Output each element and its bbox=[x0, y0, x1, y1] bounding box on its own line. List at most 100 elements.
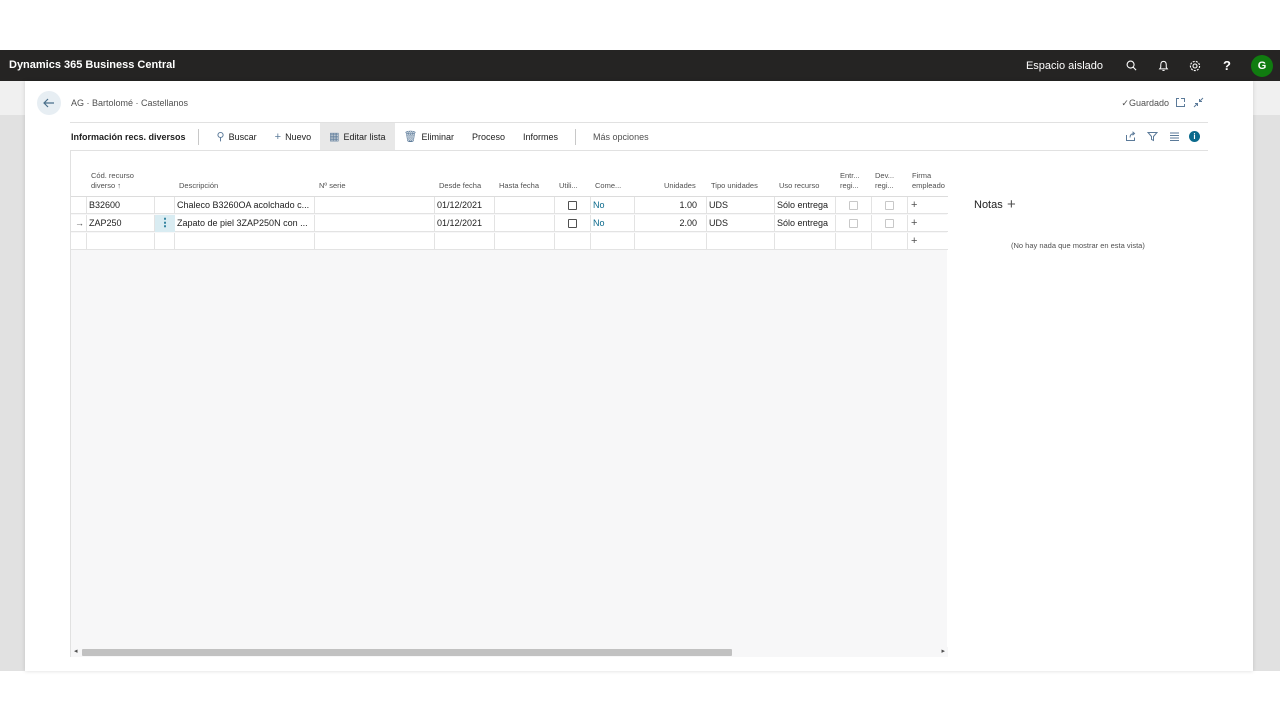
cell-code[interactable] bbox=[87, 233, 155, 250]
cell-resource-use[interactable] bbox=[775, 233, 836, 250]
column-used[interactable]: Utili... bbox=[559, 181, 578, 191]
cell-comments[interactable]: No bbox=[591, 215, 635, 232]
table-row-new[interactable]: + bbox=[71, 233, 948, 250]
cell-unit-type[interactable]: UDS bbox=[707, 215, 775, 232]
add-note-icon[interactable]: + bbox=[1007, 196, 1016, 213]
cell-delivered[interactable] bbox=[836, 233, 872, 250]
cell-used[interactable] bbox=[555, 197, 591, 214]
returned-checkbox bbox=[885, 201, 894, 210]
breadcrumb[interactable]: AG · Bartolomé · Castellanos bbox=[71, 98, 188, 108]
column-serial[interactable]: Nº serie bbox=[319, 181, 346, 191]
scrollbar-thumb[interactable] bbox=[82, 649, 732, 656]
reports-menu[interactable]: Informes bbox=[514, 123, 567, 150]
add-signature-icon[interactable]: + bbox=[911, 233, 917, 250]
cell-serial[interactable] bbox=[315, 215, 435, 232]
back-arrow-icon[interactable] bbox=[37, 91, 61, 115]
used-checkbox[interactable] bbox=[568, 219, 577, 228]
cell-comments[interactable] bbox=[591, 233, 635, 250]
row-selector[interactable]: → bbox=[71, 215, 87, 232]
cell-description[interactable] bbox=[175, 233, 315, 250]
cell-serial[interactable] bbox=[315, 233, 435, 250]
collapse-icon[interactable] bbox=[1191, 95, 1205, 109]
column-unit-type[interactable]: Tipo unidades bbox=[711, 181, 758, 191]
cell-to-date[interactable] bbox=[495, 233, 555, 250]
open-new-window-icon[interactable] bbox=[1173, 95, 1187, 109]
avatar[interactable]: G bbox=[1251, 54, 1273, 77]
share-icon[interactable] bbox=[1123, 129, 1137, 143]
column-returned[interactable]: Dev... regi... bbox=[875, 171, 894, 191]
column-resource-use[interactable]: Uso recurso bbox=[779, 181, 819, 191]
column-description[interactable]: Descripción bbox=[179, 181, 218, 191]
cell-units[interactable] bbox=[635, 233, 707, 250]
resources-grid: Cód. recurso diverso ↑ Descripción Nº ser… bbox=[70, 151, 948, 657]
column-to-date[interactable]: Hasta fecha bbox=[499, 181, 539, 191]
row-selector[interactable] bbox=[71, 197, 87, 214]
cell-used[interactable] bbox=[555, 233, 591, 250]
cell-used[interactable] bbox=[555, 215, 591, 232]
cell-from-date[interactable]: 01/12/2021 bbox=[435, 197, 495, 214]
search-button[interactable]: ⚲ Buscar bbox=[208, 123, 266, 150]
cell-code[interactable]: ZAP250 bbox=[87, 215, 155, 232]
cell-unit-type[interactable]: UDS bbox=[707, 197, 775, 214]
cell-returned[interactable] bbox=[872, 197, 908, 214]
list-view-icon[interactable] bbox=[1167, 129, 1181, 143]
cell-actions[interactable] bbox=[155, 197, 175, 214]
notes-title: Notas bbox=[974, 199, 1003, 211]
help-icon[interactable]: ? bbox=[1219, 58, 1235, 74]
app-title[interactable]: Dynamics 365 Business Central bbox=[9, 59, 175, 71]
new-button[interactable]: + Nuevo bbox=[266, 123, 320, 150]
sort-ascending-icon[interactable]: ↑ bbox=[117, 181, 121, 190]
search-icon[interactable] bbox=[1123, 58, 1139, 74]
used-checkbox[interactable] bbox=[568, 201, 577, 210]
cell-delivered[interactable] bbox=[836, 197, 872, 214]
edit-list-icon: ▦ bbox=[329, 131, 340, 143]
returned-checkbox bbox=[885, 219, 894, 228]
cell-signature[interactable]: + bbox=[908, 233, 948, 250]
bell-icon[interactable] bbox=[1155, 58, 1171, 74]
cell-to-date[interactable] bbox=[495, 215, 555, 232]
add-signature-icon[interactable]: + bbox=[911, 215, 917, 232]
table-row[interactable]: B32600 Chaleco B3260OA acolchado c... 01… bbox=[71, 197, 948, 214]
table-row[interactable]: → ZAP250 ⋮ Zapato de piel 3ZAP250N con .… bbox=[71, 215, 948, 232]
cell-resource-use[interactable]: Sólo entrega bbox=[775, 215, 836, 232]
page-caption[interactable]: Información recs. diversos bbox=[70, 128, 199, 145]
more-options-button[interactable]: Más opciones bbox=[584, 123, 658, 150]
cell-to-date[interactable] bbox=[495, 197, 555, 214]
cell-description[interactable]: Chaleco B3260OA acolchado c... bbox=[175, 197, 315, 214]
scroll-right-icon[interactable]: ▸ bbox=[941, 647, 945, 655]
cell-actions[interactable] bbox=[155, 233, 175, 250]
column-comments[interactable]: Come... bbox=[595, 181, 621, 191]
list-page: AG · Bartolomé · Castellanos ✓Guardado I… bbox=[25, 81, 1253, 671]
cell-units[interactable]: 1.00 bbox=[635, 197, 707, 214]
cell-returned[interactable] bbox=[872, 233, 908, 250]
delete-button[interactable]: 🗑 Eliminar bbox=[395, 123, 463, 150]
process-menu[interactable]: Proceso bbox=[463, 123, 514, 150]
filter-icon[interactable] bbox=[1145, 129, 1159, 143]
cell-description[interactable]: Zapato de piel 3ZAP250N con ... bbox=[175, 215, 315, 232]
row-actions-icon[interactable]: ⋮ bbox=[155, 215, 175, 232]
cell-signature[interactable]: + bbox=[908, 197, 948, 214]
cell-serial[interactable] bbox=[315, 197, 435, 214]
cell-from-date[interactable] bbox=[435, 233, 495, 250]
cell-comments[interactable]: No bbox=[591, 197, 635, 214]
gear-icon[interactable] bbox=[1187, 58, 1203, 74]
cell-units[interactable]: 2.00 bbox=[635, 215, 707, 232]
cell-from-date[interactable]: 01/12/2021 bbox=[435, 215, 495, 232]
column-code[interactable]: Cód. recurso diverso ↑ bbox=[91, 171, 134, 191]
edit-list-button[interactable]: ▦ Editar lista bbox=[320, 123, 395, 150]
column-delivered[interactable]: Entr... regi... bbox=[840, 171, 860, 191]
cell-code[interactable]: B32600 bbox=[87, 197, 155, 214]
column-signature[interactable]: Firma empleado bbox=[912, 171, 945, 191]
row-selector[interactable] bbox=[71, 233, 87, 250]
column-from-date[interactable]: Desde fecha bbox=[439, 181, 481, 191]
horizontal-scrollbar[interactable]: ◂ ▸ bbox=[71, 647, 948, 657]
cell-resource-use[interactable]: Sólo entrega bbox=[775, 197, 836, 214]
cell-unit-type[interactable] bbox=[707, 233, 775, 250]
add-signature-icon[interactable]: + bbox=[911, 197, 917, 214]
info-icon[interactable]: i bbox=[1189, 130, 1200, 142]
scroll-left-icon[interactable]: ◂ bbox=[74, 647, 78, 655]
cell-signature[interactable]: + bbox=[908, 215, 948, 232]
cell-delivered[interactable] bbox=[836, 215, 872, 232]
cell-returned[interactable] bbox=[872, 215, 908, 232]
column-units[interactable]: Unidades bbox=[664, 181, 696, 191]
